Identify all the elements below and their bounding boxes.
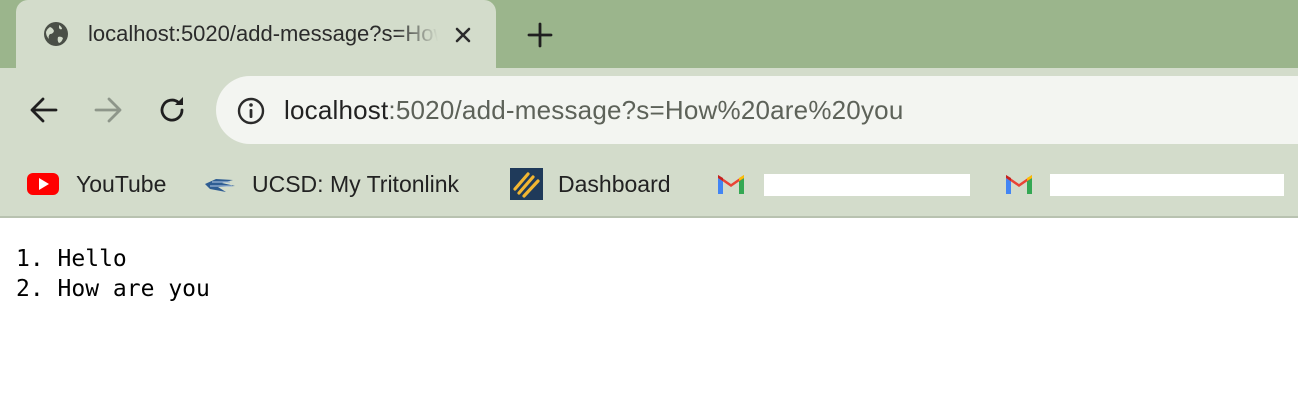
tab-title: localhost:5020/add-message?s=How%20are%2… [88,21,438,46]
plus-icon[interactable] [524,19,556,51]
bookmark-dashboard[interactable]: Dashboard [510,160,685,208]
redaction-box [1050,174,1284,196]
bookmark-tritonlink[interactable]: UCSD: My Tritonlink [202,160,482,208]
page-content: 1. Hello 2. How are you [16,244,1276,304]
reload-icon[interactable] [152,90,192,130]
browser-tab[interactable]: localhost:5020/add-message?s=How%20are%2… [16,0,496,70]
gmail-icon [718,175,744,194]
redaction-box [764,174,970,196]
tab-strip: localhost:5020/add-message?s=How%20are%2… [0,0,1298,70]
close-icon[interactable] [449,21,477,49]
youtube-icon [27,173,59,195]
bookmark-label: YouTube [76,171,167,197]
info-icon[interactable] [236,96,266,126]
bookmark-youtube[interactable]: YouTube [26,160,176,208]
url-text[interactable]: localhost:5020/add-message?s=How%20are%2… [284,94,903,126]
browser-chrome: localhost:5020/add-message?s=How%20are%2… [0,0,1298,218]
bookmark-gmail-2[interactable] [1002,160,1292,208]
bookmark-label: Dashboard [558,171,671,197]
globe-icon [44,22,68,46]
message-line: 2. How are you [16,276,210,302]
gmail-icon [1006,175,1032,194]
bookmark-label: UCSD: My Tritonlink [252,171,460,197]
tritonlink-icon [205,179,235,192]
toolbar-divider [0,216,1298,218]
url-host: localhost [284,95,389,125]
bookmark-gmail-1[interactable] [714,160,976,208]
dashboard-icon [510,168,543,200]
url-path: :5020/add-message?s=How%20are%20you [388,95,904,125]
address-bar[interactable]: localhost:5020/add-message?s=How%20are%2… [216,76,1298,144]
message-line: 1. Hello [16,246,127,272]
arrow-right-icon[interactable] [88,90,128,130]
bookmarks-bar: YouTube UCSD: My Tritonlink Dashboard [0,160,1298,208]
arrow-left-icon[interactable] [24,90,64,130]
